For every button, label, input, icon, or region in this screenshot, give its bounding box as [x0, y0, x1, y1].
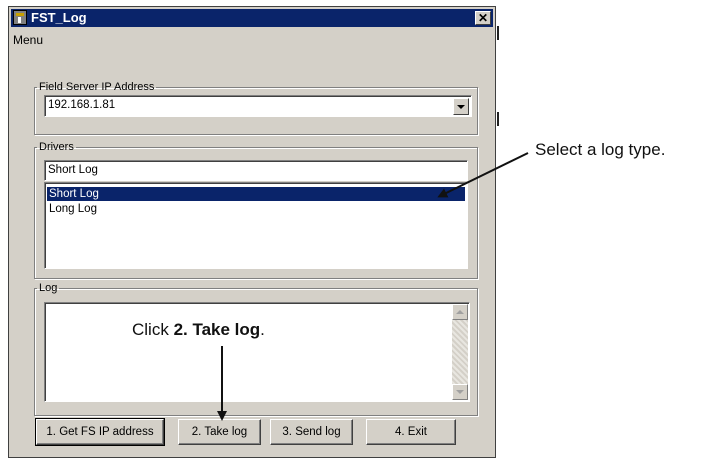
callout-prefix: Click [132, 320, 174, 339]
callout-bold: 2. Take log [173, 320, 261, 339]
select-log-type-callout: Select a log type. [535, 140, 666, 159]
arrow-to-listbox [437, 152, 529, 198]
callout-suffix: . [260, 320, 265, 339]
annotation-arrows [217, 152, 529, 421]
click-take-log-callout: Click 2. Take log. [132, 320, 265, 340]
